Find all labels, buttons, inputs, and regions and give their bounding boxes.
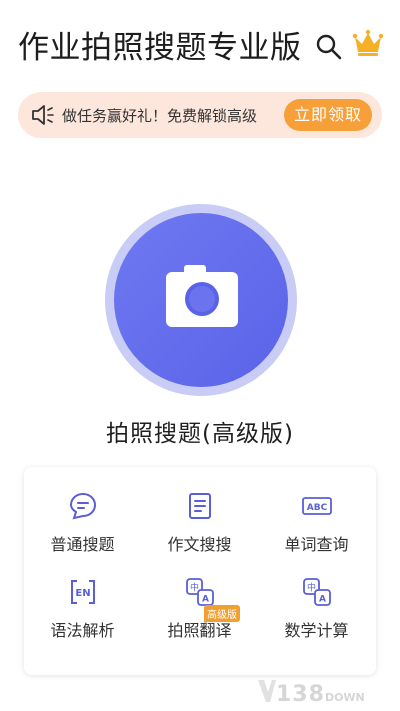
tool-label: 拍照翻译 [167, 621, 232, 640]
abc-icon: ABC [301, 497, 332, 515]
main-label: 拍照搜题(高级版) [106, 421, 294, 447]
search-icon[interactable] [314, 32, 344, 62]
claim-button[interactable]: 立即领取 [283, 99, 372, 131]
crown-icon[interactable] [352, 28, 384, 58]
tools-card: 普通搜题 作文搜搜 ABC 单词查询 EN 语法解析 中 A 拍照翻译 中 A … [24, 467, 376, 675]
tool-label: 数学计算 [284, 621, 349, 640]
en-icon: EN [70, 580, 95, 604]
page-title: 作业拍照搜题专业版 [18, 30, 302, 66]
document-icon [188, 493, 211, 519]
tool-label: 普通搜题 [50, 535, 115, 554]
premium-badge: 高级版 [204, 605, 240, 622]
watermark-number: 138 [276, 682, 325, 707]
camera-button-inner[interactable] [114, 213, 288, 387]
tool-essay-search[interactable]: 作文搜搜 [141, 475, 258, 555]
promo-banner[interactable]: 做任务赢好礼！免费解锁高级 立即领取 [18, 92, 382, 138]
svg-text:A: A [202, 595, 209, 605]
svg-text:ABC: ABC [306, 503, 327, 513]
tool-grammar[interactable]: EN 语法解析 [24, 561, 141, 641]
tool-word-lookup[interactable]: ABC 单词查询 [258, 475, 375, 555]
camera-button[interactable] [105, 204, 297, 396]
speaker-icon [32, 105, 54, 125]
tool-label: 单词查询 [284, 535, 349, 554]
banner-text: 做任务赢好礼！免费解锁高级 [62, 107, 258, 125]
tool-photo-translate[interactable]: 中 A 拍照翻译 [141, 561, 258, 641]
translate-icon: 中 A [302, 578, 331, 606]
svg-text:A: A [319, 595, 326, 605]
watermark-text: 138DOWN [276, 682, 365, 707]
watermark-suffix: DOWN [324, 691, 365, 704]
tool-math[interactable]: 中 A 数学计算 [258, 561, 375, 641]
tool-normal-search[interactable]: 普通搜题 [24, 475, 141, 555]
svg-text:EN: EN [75, 588, 90, 599]
camera-icon [166, 265, 238, 327]
tool-label: 作文搜搜 [167, 535, 232, 554]
translate-icon: 中 A [185, 578, 214, 606]
tool-label: 语法解析 [50, 621, 115, 640]
header: 作业拍照搜题专业版 [0, 0, 400, 86]
chat-bubble-icon [69, 492, 96, 520]
